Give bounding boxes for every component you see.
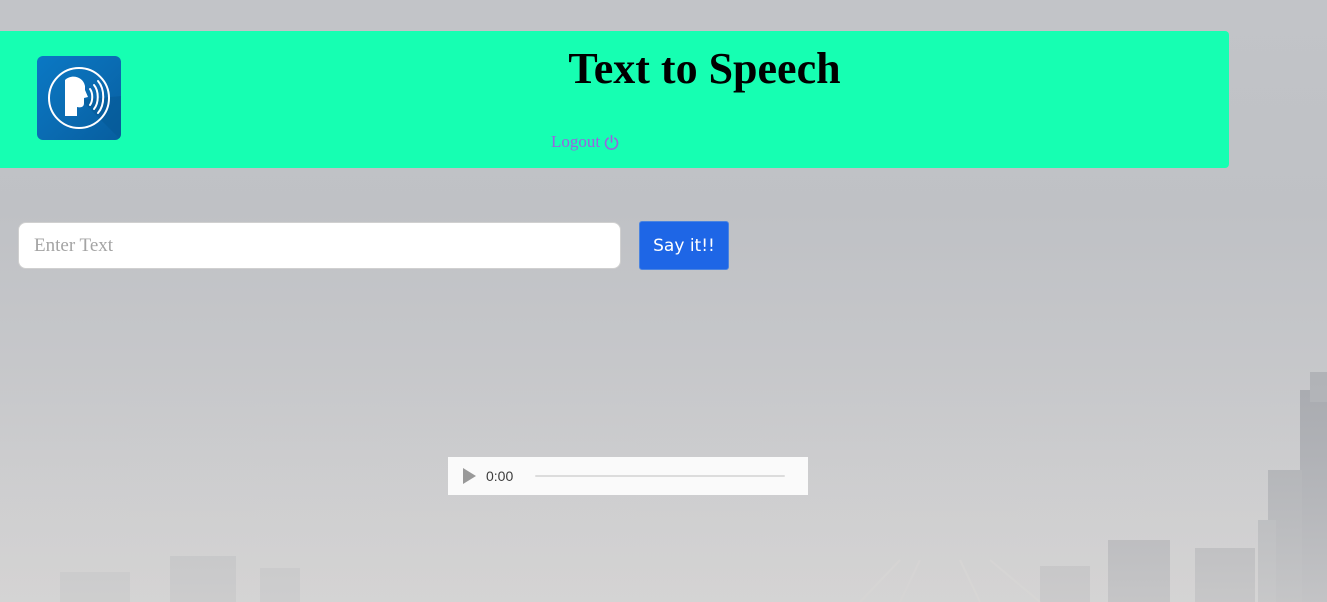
audio-player[interactable]: 0:00 [448, 457, 808, 495]
audio-time: 0:00 [486, 468, 514, 484]
play-icon[interactable] [459, 466, 479, 486]
audio-progress-bar[interactable] [535, 475, 786, 477]
logout-label: Logout [551, 132, 601, 151]
say-it-button[interactable]: Say it!! [639, 221, 729, 270]
power-icon [603, 134, 620, 151]
text-input[interactable] [18, 222, 621, 269]
app-header: Text to Speech Logout [0, 31, 1229, 168]
page-title: Text to Speech [568, 44, 841, 93]
logout-link[interactable]: Logout [551, 132, 620, 152]
